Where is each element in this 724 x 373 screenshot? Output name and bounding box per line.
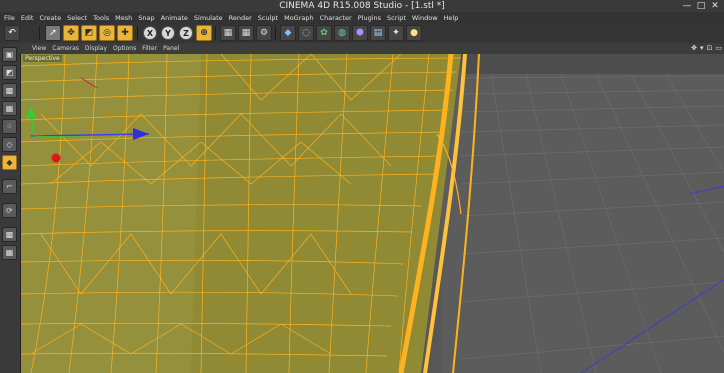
scene-icon[interactable]: ⬢ (352, 25, 368, 41)
menu-plugins[interactable]: Plugins (358, 12, 381, 24)
render-view-icon[interactable]: ▦ (220, 25, 236, 41)
light-bulb-icon[interactable]: ● (406, 25, 422, 41)
snapping-icon[interactable]: ▩ (2, 227, 17, 242)
maximize-button[interactable]: □ (694, 0, 708, 12)
array-icon[interactable]: ✿ (316, 25, 332, 41)
menu-select[interactable]: Select (67, 12, 87, 24)
coordinate-system-icon[interactable]: ⊕ (196, 25, 212, 41)
tweak-mode-icon[interactable]: ⟳ (2, 203, 17, 218)
mode-toolbar: ▣ ◩ ▩ ▦ ⁘ ◇ ◆ ⌐ ⟳ ▩ ▦ (0, 43, 21, 373)
axis-mode-icon[interactable]: ⌐ (2, 179, 17, 194)
menu-create[interactable]: Create (39, 12, 61, 24)
menu-edit[interactable]: Edit (21, 12, 34, 24)
viewport-menu-view[interactable]: View (32, 43, 46, 54)
make-editable-icon[interactable]: ▣ (2, 47, 17, 62)
menu-simulate[interactable]: Simulate (194, 12, 223, 24)
menu-render[interactable]: Render (229, 12, 252, 24)
subdivision-icon[interactable]: ◌ (298, 25, 314, 41)
toggle-view-icon[interactable]: ▭ (715, 43, 722, 54)
floor-plane (441, 54, 724, 373)
undo-icon[interactable]: ↶ (4, 25, 20, 41)
horizon-band (461, 54, 724, 74)
viewport-menu-panel[interactable]: Panel (163, 43, 179, 54)
viewport-canvas (21, 54, 724, 373)
close-button[interactable]: ✕ (708, 0, 722, 12)
minimize-button[interactable]: — (680, 0, 694, 12)
rotate-view-icon[interactable]: ⊡ (707, 43, 713, 54)
viewport-menu: View Cameras Display Options Filter Pane… (20, 43, 724, 54)
cube-primitive-icon[interactable]: ◆ (280, 25, 296, 41)
main-toolbar: ↶ ➚ ✥ ◩ ◎ ✚ X Y Z ⊕ ▦ ▦ ⚙ ◆ ◌ ✿ ◍ ⬢ ▤ ✦ … (0, 24, 724, 44)
viewport-menu-options[interactable]: Options (113, 43, 136, 54)
menu-bar: File Edit Create Select Tools Mesh Snap … (0, 12, 724, 24)
recent-tool-icon[interactable]: ✚ (117, 25, 133, 41)
edit-render-settings-icon[interactable]: ⚙ (256, 25, 272, 41)
menu-window[interactable]: Window (412, 12, 438, 24)
deformer-icon[interactable]: ◍ (334, 25, 350, 41)
perspective-viewport[interactable]: Perspective (20, 54, 724, 373)
menu-mograph[interactable]: MoGraph (284, 12, 314, 24)
zoom-icon[interactable]: ▾ (700, 43, 704, 54)
window-title: CINEMA 4D R15.008 Studio - [1.stl *] (279, 1, 445, 11)
live-selection-icon[interactable]: ➚ (45, 25, 61, 41)
rotate-icon[interactable]: ◎ (99, 25, 115, 41)
scale-icon[interactable]: ◩ (81, 25, 97, 41)
toolbar-separator (275, 26, 276, 40)
pan-icon[interactable]: ✥ (691, 43, 697, 54)
menu-file[interactable]: File (4, 12, 15, 24)
menu-animate[interactable]: Animate (161, 12, 188, 24)
viewport-menu-filter[interactable]: Filter (142, 43, 157, 54)
z-axis-handle[interactable] (51, 153, 61, 163)
move-icon[interactable]: ✥ (63, 25, 79, 41)
workplane-lock-icon[interactable]: ▦ (2, 245, 17, 260)
model-mode-icon[interactable]: ◩ (2, 65, 17, 80)
viewport-menu-cameras[interactable]: Cameras (52, 43, 79, 54)
lock-x-icon[interactable]: X (143, 26, 157, 40)
lock-y-icon[interactable]: Y (161, 26, 175, 40)
menu-character[interactable]: Character (320, 12, 352, 24)
texture-mode-icon[interactable]: ▩ (2, 83, 17, 98)
polygons-mode-icon[interactable]: ◆ (2, 155, 17, 170)
workplane-mode-icon[interactable]: ▦ (2, 101, 17, 116)
light-icon[interactable]: ✦ (388, 25, 404, 41)
camera-icon[interactable]: ▤ (370, 25, 386, 41)
edges-mode-icon[interactable]: ◇ (2, 137, 17, 152)
render-picture-viewer-icon[interactable]: ▦ (238, 25, 254, 41)
viewport-camera-label: Perspective (23, 55, 62, 62)
toolbar-separator (137, 26, 138, 40)
viewport-menu-display[interactable]: Display (85, 43, 107, 54)
menu-script[interactable]: Script (387, 12, 406, 24)
menu-sculpt[interactable]: Sculpt (258, 12, 278, 24)
toolbar-separator (215, 26, 216, 40)
menu-help[interactable]: Help (444, 12, 459, 24)
mesh-highlight (21, 54, 201, 373)
lock-z-icon[interactable]: Z (179, 26, 193, 40)
menu-mesh[interactable]: Mesh (115, 12, 132, 24)
viewport-controls: ✥ ▾ ⊡ ▭ (691, 43, 722, 54)
toolbar-separator (39, 26, 40, 40)
menu-snap[interactable]: Snap (138, 12, 154, 24)
title-bar: CINEMA 4D R15.008 Studio - [1.stl *] — □… (0, 0, 724, 12)
menu-tools[interactable]: Tools (93, 12, 109, 24)
points-mode-icon[interactable]: ⁘ (2, 119, 17, 134)
